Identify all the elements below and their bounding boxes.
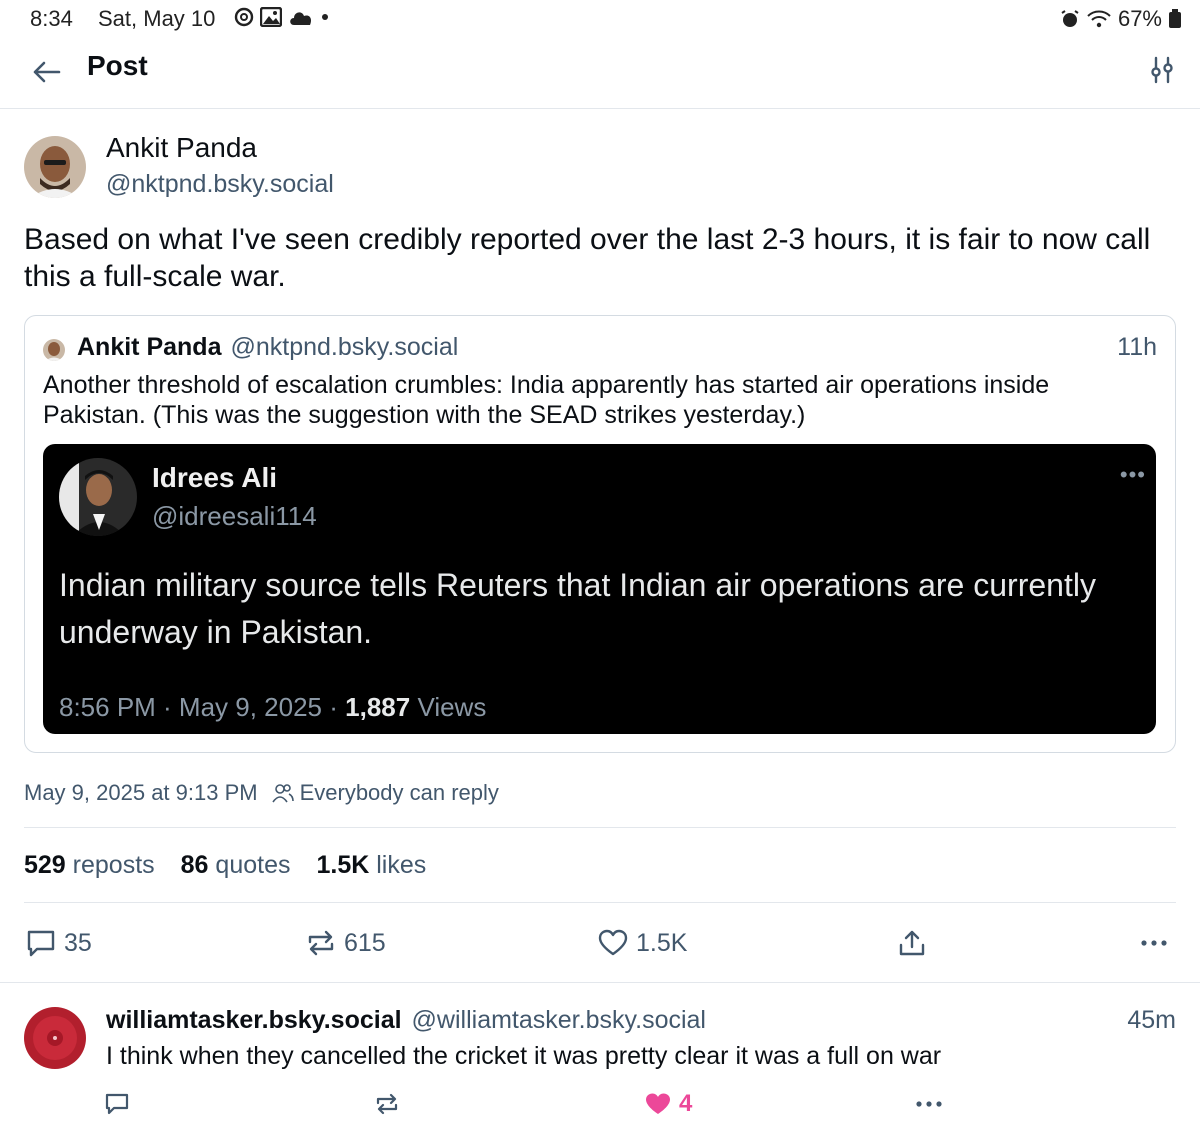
- reposts-count[interactable]: 529 reposts: [24, 851, 155, 880]
- author-avatar[interactable]: [24, 136, 86, 198]
- status-time: 8:34: [30, 6, 73, 31]
- embed-more-icon: •••: [1119, 462, 1146, 487]
- author-name[interactable]: Ankit Panda: [106, 132, 257, 164]
- cloud-icon: [290, 12, 312, 25]
- threads-icon: [234, 7, 254, 27]
- embed-time: 8:56 PM · May 9, 2025 ·: [59, 692, 346, 722]
- gallery-icon: [260, 7, 282, 27]
- quotes-number: 86: [180, 851, 209, 879]
- reply-repost-button[interactable]: [375, 1088, 399, 1120]
- post-meta: May 9, 2025 at 9:13 PM Everybody can rep…: [24, 780, 499, 806]
- more-options-button[interactable]: [1140, 925, 1168, 961]
- quote-author-handle: @nktpnd.bsky.social: [230, 333, 459, 361]
- quotes-label: quotes: [215, 851, 291, 879]
- embed-meta: 8:56 PM · May 9, 2025 · 1,887 Views: [59, 692, 486, 723]
- wifi-icon: [1087, 10, 1111, 28]
- battery-percent: 67%: [1117, 6, 1162, 31]
- alarm-icon: [1061, 10, 1079, 27]
- embed-views-count: 1,887: [345, 692, 411, 722]
- reply-button[interactable]: 35: [26, 925, 92, 961]
- more-horizontal-icon: [916, 1101, 942, 1107]
- record-avatar-icon: [24, 1007, 86, 1069]
- reposts-number: 529: [24, 851, 66, 879]
- notification-icons: [234, 6, 330, 28]
- likes-number: 1.5K: [316, 851, 370, 879]
- embed-avatar: [59, 458, 137, 536]
- quote-author-avatar: [43, 339, 65, 361]
- dot-icon: [322, 14, 328, 20]
- divider: [0, 982, 1200, 983]
- reply-author-avatar[interactable]: [24, 1007, 86, 1069]
- battery-icon: [1169, 9, 1181, 28]
- engagement-counts: 529 reposts 86 quotes 1.5K likes: [24, 851, 426, 880]
- person-avatar-icon: [43, 339, 65, 361]
- people-icon: [271, 784, 294, 803]
- quote-text: Another threshold of escalation crumbles…: [43, 371, 1050, 429]
- repost-button[interactable]: 615: [306, 925, 386, 961]
- reply-count: 35: [64, 928, 92, 957]
- back-button[interactable]: [28, 54, 64, 90]
- reply-author-handle[interactable]: @williamtasker.bsky.social: [412, 1006, 706, 1035]
- divider: [24, 902, 1176, 903]
- quoted-post[interactable]: Ankit Panda @nktpnd.bsky.social 11h Anot…: [24, 315, 1176, 753]
- reply-like-count: 4: [679, 1090, 693, 1117]
- person-avatar-icon: [59, 458, 137, 536]
- repost-count: 615: [344, 928, 386, 957]
- reposts-label: reposts: [72, 851, 155, 879]
- comment-icon: [27, 930, 55, 957]
- share-icon: [899, 930, 925, 956]
- more-horizontal-icon: [1141, 940, 1167, 946]
- quotes-count[interactable]: 86 quotes: [181, 851, 291, 880]
- comment-icon: [105, 1093, 129, 1115]
- reply-more-button[interactable]: [915, 1088, 943, 1120]
- reply-author-line: williamtasker.bsky.social @williamtasker…: [106, 1006, 706, 1035]
- reply-author-name[interactable]: williamtasker.bsky.social: [106, 1006, 402, 1035]
- quote-author-line: Ankit Panda @nktpnd.bsky.social: [77, 333, 458, 362]
- quote-time: 11h: [1117, 333, 1157, 361]
- system-status: 67%: [1060, 6, 1182, 32]
- embed-text: Indian military source tells Reuters tha…: [59, 567, 1096, 650]
- reply-setting-label: Everybody can reply: [299, 780, 499, 805]
- repost-icon: [376, 1093, 398, 1115]
- reply-time: 45m: [1127, 1006, 1176, 1034]
- page-title: Post: [87, 50, 148, 81]
- reply-like-button[interactable]: 4: [645, 1088, 692, 1120]
- reply-text: I think when they cancelled the cricket …: [106, 1042, 942, 1070]
- share-button[interactable]: [898, 925, 926, 961]
- like-button[interactable]: 1.5K: [598, 925, 687, 961]
- status-date: Sat, May 10: [98, 6, 216, 31]
- reply-setting: Everybody can reply: [271, 780, 499, 806]
- like-count: 1.5K: [636, 928, 688, 957]
- author-handle[interactable]: @nktpnd.bsky.social: [106, 170, 334, 199]
- heart-filled-icon: [646, 1093, 670, 1114]
- sliders-icon: [1151, 56, 1173, 84]
- embed-views-label: Views: [410, 692, 487, 722]
- heart-icon: [598, 929, 628, 956]
- repost-icon: [308, 930, 334, 956]
- embed-name: Idrees Ali: [152, 462, 278, 493]
- divider: [24, 827, 1176, 828]
- reply-reply-button[interactable]: [105, 1088, 129, 1120]
- embedded-image[interactable]: Idrees Ali @idreesali114 ••• Indian mili…: [43, 444, 1156, 734]
- status-bar: 8:34 Sat, May 10 67%: [0, 0, 1200, 36]
- thread-settings-button[interactable]: [1144, 52, 1180, 88]
- post-timestamp: May 9, 2025 at 9:13 PM: [24, 780, 258, 805]
- post-text: Based on what I've seen credibly reporte…: [24, 223, 1151, 293]
- likes-count[interactable]: 1.5K likes: [316, 851, 426, 880]
- likes-label: likes: [376, 851, 427, 879]
- embed-handle: @idreesali114: [152, 501, 317, 531]
- top-header: Post: [0, 36, 1200, 109]
- quote-author-name: Ankit Panda: [77, 333, 222, 361]
- arrow-left-icon: [33, 61, 61, 83]
- person-avatar-icon: [24, 136, 86, 198]
